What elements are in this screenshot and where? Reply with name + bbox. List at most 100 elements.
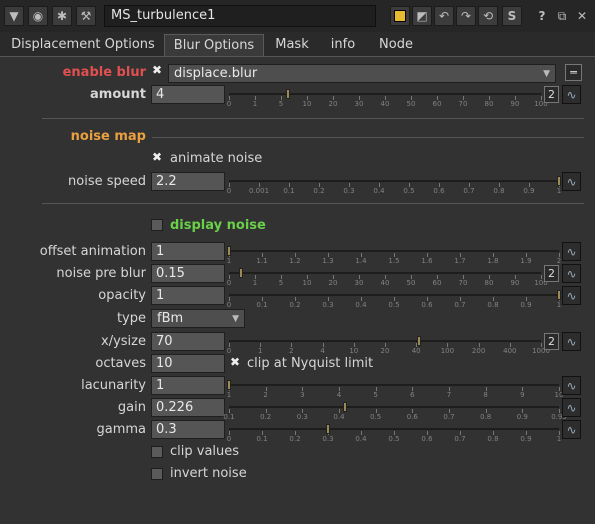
gamma-label: gamma: [96, 422, 146, 437]
script-button[interactable]: S: [502, 6, 522, 26]
gain-animation-icon[interactable]: ∿: [562, 398, 581, 417]
invert-noise-label: invert noise: [170, 466, 247, 481]
undo-icon[interactable]: ↶: [434, 6, 454, 26]
slider-handle[interactable]: [326, 424, 330, 434]
float-window-icon[interactable]: ⧉: [552, 6, 572, 26]
lacunarity-field[interactable]: 1: [151, 376, 225, 395]
collapse-arrow-icon[interactable]: ▼: [4, 6, 24, 26]
tab-blur-options[interactable]: Blur Options: [164, 34, 264, 56]
slider-tick-label: 4: [336, 391, 342, 399]
slider-tick-label: 1: [226, 257, 232, 265]
opacity-animation-icon[interactable]: ∿: [562, 286, 581, 305]
help-button[interactable]: ?: [532, 6, 552, 26]
gamma-field[interactable]: 0.3: [151, 420, 225, 439]
tab-mask[interactable]: Mask: [268, 34, 316, 56]
amount-slider[interactable]: 0 1 5 10 20 30 40 50 60 70 80 90 100: [227, 89, 548, 109]
slider-handle[interactable]: [227, 380, 231, 390]
slider-tick-label: 0: [226, 301, 232, 309]
slider-tick-label: 10: [302, 279, 312, 287]
animate-noise-label: animate noise: [170, 151, 263, 166]
slider-handle[interactable]: [557, 290, 561, 300]
slider-tick-label: 1.7: [454, 257, 466, 265]
offset-animation-field[interactable]: 1: [151, 242, 225, 261]
slider-tick-label: 10: [302, 100, 312, 108]
gain-field[interactable]: 0.226: [151, 398, 225, 417]
slider-tick-label: 30: [354, 279, 364, 287]
slider-tick-label: 30: [354, 100, 364, 108]
slider-handle[interactable]: [557, 176, 561, 186]
slider-handle[interactable]: [239, 268, 244, 278]
node-name-field[interactable]: MS_turbulence1: [104, 5, 376, 27]
slider-handle[interactable]: [342, 402, 347, 412]
slider-tick-label: 0.4: [355, 301, 367, 309]
slider-tick-label: 90: [510, 100, 520, 108]
node-circle-icon[interactable]: ◉: [28, 6, 48, 26]
revert-icon[interactable]: ⟲: [478, 6, 498, 26]
opacity-slider[interactable]: 0 0.1 0.2 0.3 0.4 0.5 0.6 0.7 0.8 0.9 1: [226, 290, 561, 310]
tab-displacement-options[interactable]: Displacement Options: [8, 34, 158, 56]
amount-field[interactable]: 4: [151, 85, 225, 104]
amount-animation-icon[interactable]: ∿: [562, 85, 581, 104]
blur-channel-dropdown[interactable]: displace.blur ▼: [168, 64, 556, 83]
slider-handle[interactable]: [417, 336, 422, 346]
close-icon[interactable]: ✕: [572, 6, 592, 26]
gamma-slider[interactable]: 0 0.1 0.2 0.3 0.4 0.5 0.6 0.7 0.8 0.9 1: [227, 424, 561, 444]
noise-pre-blur-dimension-button[interactable]: 2: [544, 265, 559, 282]
xysize-animation-icon[interactable]: ∿: [562, 332, 581, 351]
noise-speed-label: noise speed: [68, 174, 146, 189]
noise-pre-blur-field[interactable]: 0.15: [151, 264, 225, 283]
slider-tick-label: 0.2: [260, 413, 272, 421]
slider-track: [229, 428, 559, 430]
lacunarity-slider[interactable]: 1 2 3 4 5 6 7 8 9 10: [227, 380, 563, 400]
slider-tick-label: 1.8: [487, 257, 499, 265]
slider-track: [229, 93, 541, 95]
clip-values-checkbox[interactable]: [151, 446, 163, 458]
clip-nyquist-checkbox[interactable]: ✖: [229, 356, 241, 369]
tab-info[interactable]: info: [320, 34, 366, 56]
slider-track: [229, 384, 559, 386]
slider-tick-label: 1.3: [322, 257, 334, 265]
bug-icon[interactable]: ✱: [52, 6, 72, 26]
enable-blur-checkbox[interactable]: ✖: [151, 64, 163, 77]
redo-icon[interactable]: ↷: [456, 6, 476, 26]
noise-speed-field[interactable]: 2.2: [151, 172, 225, 191]
noise-pre-blur-slider[interactable]: 0 1 5 10 20 30 40 50 60 70 80 90 100: [227, 268, 548, 288]
slider-tick-label: 1.5: [388, 257, 400, 265]
slider-tick-label: 80: [484, 279, 494, 287]
offset-animation-animation-icon[interactable]: ∿: [562, 242, 581, 261]
xysize-dimension-button[interactable]: 2: [544, 333, 559, 350]
gain-slider[interactable]: 0.1 0.2 0.3 0.4 0.5 0.6 0.7 0.8 0.9 0.95: [223, 402, 567, 422]
lacunarity-animation-icon[interactable]: ∿: [562, 376, 581, 395]
slider-tick-label: 1.6: [421, 257, 433, 265]
animate-noise-checkbox[interactable]: ✖: [151, 151, 163, 164]
slider-handle[interactable]: [286, 89, 291, 99]
xysize-field[interactable]: 70: [151, 332, 225, 351]
amount-dimension-button[interactable]: 2: [544, 86, 559, 103]
slider-tick-label: 3: [300, 391, 305, 399]
wrench-icon[interactable]: ⚒: [76, 6, 96, 26]
offset-animation-slider[interactable]: 1 1.1 1.2 1.3 1.4 1.5 1.6 1.7 1.8 1.9 2: [226, 246, 561, 266]
menu-equals-icon[interactable]: ═: [565, 64, 582, 81]
slider-tick-label: 5: [278, 100, 284, 108]
noise-speed-slider[interactable]: 0 0.001 0.1 0.2 0.3 0.4 0.5 0.6 0.7 0.8 0.9 1: [227, 176, 561, 196]
slider-tick-label: 0.1: [256, 435, 268, 443]
slider-tick-label: 0.6: [406, 413, 418, 421]
xysize-slider[interactable]: 0 1 2 4 10 20 40 100 200 400 1000: [227, 336, 550, 356]
opacity-field[interactable]: 1: [151, 286, 225, 305]
slider-tick-label: 70: [458, 100, 468, 108]
noise-speed-animation-icon[interactable]: ∿: [562, 172, 581, 191]
octaves-field[interactable]: 10: [151, 354, 225, 373]
color-swatch-button[interactable]: [390, 6, 410, 26]
gamma-animation-icon[interactable]: ∿: [562, 420, 581, 439]
noise-pre-blur-animation-icon[interactable]: ∿: [562, 264, 581, 283]
type-dropdown[interactable]: fBm ▼: [151, 309, 245, 328]
invert-noise-checkbox[interactable]: [151, 468, 163, 480]
amount-label: amount: [90, 87, 146, 102]
swatch-toggle-icon[interactable]: ◩: [412, 6, 432, 26]
slider-tick-label: 4: [320, 347, 325, 355]
display-noise-checkbox[interactable]: [151, 219, 163, 231]
slider-tick-label: 2: [263, 391, 268, 399]
slider-handle[interactable]: [227, 246, 231, 256]
tab-node[interactable]: Node: [370, 34, 422, 56]
divider: [42, 118, 584, 119]
